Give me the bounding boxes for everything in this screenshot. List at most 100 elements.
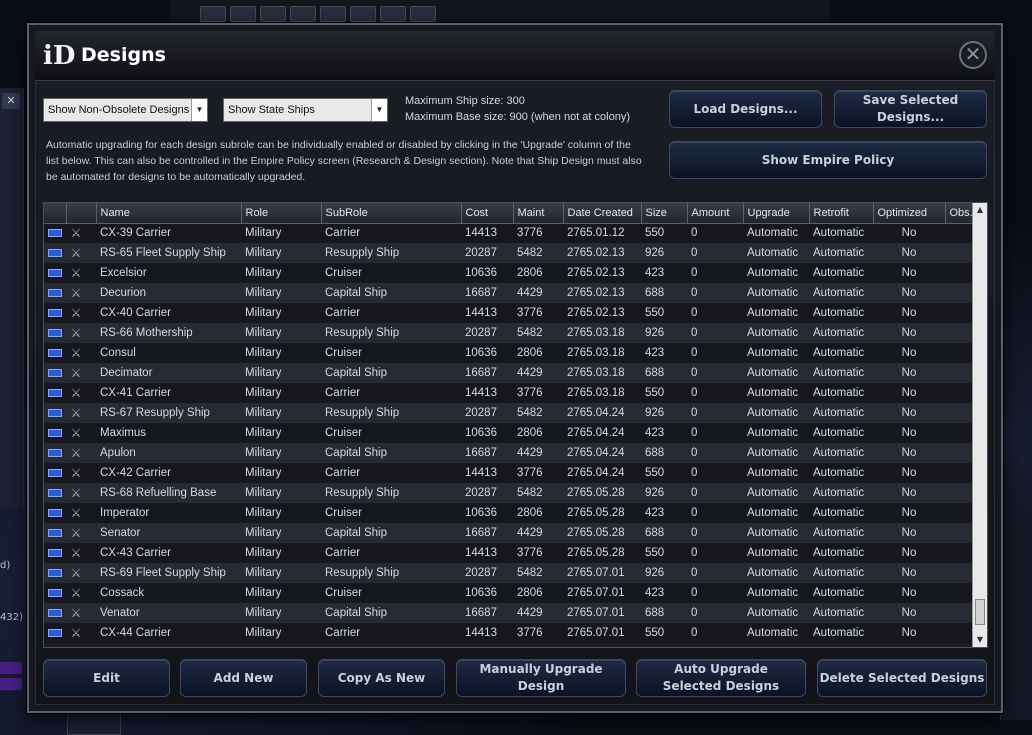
copy-as-new-button[interactable]: Copy As New <box>318 659 445 697</box>
column-header[interactable]: Amount <box>687 203 744 224</box>
upgrade-cell[interactable]: Automatic <box>743 563 809 583</box>
scroll-down-icon[interactable]: ▼ <box>973 633 987 647</box>
upgrade-cell[interactable]: Automatic <box>743 383 809 403</box>
show-empire-policy-button[interactable]: Show Empire Policy <box>669 141 987 179</box>
column-header[interactable]: Cost <box>461 203 514 224</box>
toolbar-icon[interactable] <box>410 6 436 22</box>
table-row[interactable]: ⚔ Decimator Military Capital Ship 16687 4429 2… <box>44 363 972 383</box>
table-row[interactable]: ⚔ Consul Military Cruiser 10636 2806 2765.03.1… <box>44 343 972 363</box>
ship-icon: ⚔ <box>70 506 82 520</box>
table-row[interactable]: ⚔ Venator Military Capital Ship 16687 4429 276… <box>44 603 972 623</box>
upgrade-cell[interactable]: Automatic <box>743 283 809 303</box>
column-header[interactable]: Size <box>641 203 688 224</box>
scroll-up-icon[interactable]: ▲ <box>973 203 987 217</box>
upgrade-cell[interactable]: Automatic <box>743 483 809 503</box>
column-header[interactable] <box>44 203 67 224</box>
upgrade-cell[interactable]: Automatic <box>743 303 809 323</box>
table-row[interactable]: ⚔ Senator Military Capital Ship 16687 4429 276… <box>44 523 972 543</box>
auto-upgrade-selected-designs-button[interactable]: Auto Upgrade Selected Designs <box>636 659 806 697</box>
toolbar-icon[interactable] <box>200 6 226 22</box>
table-scrollbar[interactable]: ▲ ▼ <box>972 203 987 647</box>
upgrade-cell[interactable]: Automatic <box>743 263 809 283</box>
table-row[interactable]: ⚔ RS-66 Mothership Military Resupply Ship 20… <box>44 323 972 343</box>
column-header[interactable] <box>66 203 97 224</box>
upgrade-cell[interactable]: Automatic <box>743 423 809 443</box>
column-header[interactable]: Name <box>96 203 242 224</box>
manually-upgrade-design-button[interactable]: Manually Upgrade Design <box>456 659 626 697</box>
upgrade-cell[interactable]: Automatic <box>743 443 809 463</box>
upgrade-cell[interactable]: Automatic <box>743 323 809 343</box>
toolbar-icon[interactable] <box>290 6 316 22</box>
table-row[interactable]: ⚔ Apulon Military Capital Ship 16687 4429 2765… <box>44 443 972 463</box>
load-designs-button[interactable]: Load Designs... <box>669 90 822 128</box>
role-cell: Military <box>241 523 321 543</box>
upgrade-cell[interactable]: Automatic <box>743 463 809 483</box>
upgrade-cell[interactable]: Automatic <box>743 623 809 643</box>
size-cell: 423 <box>641 583 687 603</box>
table-row[interactable]: ⚔ CX-44 Carrier Military Carrier 14413 3776 27… <box>44 623 972 643</box>
upgrade-cell[interactable]: Automatic <box>743 243 809 263</box>
empire-flag-icon <box>48 348 62 357</box>
column-header[interactable]: Obs... <box>945 203 973 224</box>
table-row[interactable]: ⚔ CX-42 Carrier Military Carrier 14413 3776 27… <box>44 463 972 483</box>
role-cell: Military <box>241 343 321 363</box>
table-row[interactable]: ⚔ Cossack Military Cruiser 10636 2806 2765.07.… <box>44 583 972 603</box>
chevron-down-icon[interactable]: ▼ <box>191 99 207 121</box>
upgrade-cell[interactable]: Automatic <box>743 503 809 523</box>
upgrade-cell[interactable]: Automatic <box>743 583 809 603</box>
table-row[interactable]: ⚔ RS-69 Fleet Supply Ship Military Resupply… <box>44 563 972 583</box>
cost-cell: 16687 <box>461 603 513 623</box>
toolbar-icon[interactable] <box>260 6 286 22</box>
column-header[interactable]: Upgrade <box>743 203 810 224</box>
obsolete-filter-dropdown[interactable]: Show Non-Obsolete Designs ▼ <box>43 98 208 122</box>
design-name-cell: RS-69 Fleet Supply Ship <box>96 563 241 583</box>
obsolete-cell <box>945 563 972 583</box>
table-row[interactable]: ⚔ CX-40 Carrier Military Carrier 14413 3776 27… <box>44 303 972 323</box>
table-row[interactable]: ⚔ RS-68 Refuelling Base Military Resupply S… <box>44 483 972 503</box>
ship-image-cell: ⚔ <box>66 623 96 643</box>
table-row[interactable]: ⚔ CX-43 Carrier Military Carrier 14413 3776 27… <box>44 543 972 563</box>
design-name-cell: Venator <box>96 603 241 623</box>
upgrade-cell[interactable]: Automatic <box>743 603 809 623</box>
toolbar-icon[interactable] <box>350 6 376 22</box>
scroll-thumb[interactable] <box>975 599 985 625</box>
table-row[interactable]: ⚔ RS-65 Fleet Supply Ship Military Resupply… <box>44 243 972 263</box>
upgrade-cell[interactable]: Automatic <box>743 403 809 423</box>
column-header[interactable]: Optimized <box>873 203 946 224</box>
upgrade-cell[interactable]: Automatic <box>743 363 809 383</box>
retrofit-cell: Automatic <box>809 243 873 263</box>
column-header[interactable]: Maint <box>513 203 564 224</box>
table-row[interactable]: ⚔ Excelsior Military Cruiser 10636 2806 2765.0… <box>44 263 972 283</box>
toolbar-icon[interactable] <box>380 6 406 22</box>
role-cell: Military <box>241 603 321 623</box>
table-row[interactable]: ⚔ Maximus Military Cruiser 10636 2806 2765.04.… <box>44 423 972 443</box>
upgrade-cell[interactable]: Automatic <box>743 523 809 543</box>
delete-selected-designs-button[interactable]: Delete Selected Designs <box>817 659 987 697</box>
column-header[interactable]: SubRole <box>321 203 462 224</box>
add-new-button[interactable]: Add New <box>180 659 307 697</box>
column-header[interactable]: Role <box>241 203 322 224</box>
column-header[interactable]: Date Created <box>563 203 642 224</box>
upgrade-cell[interactable]: Automatic <box>743 343 809 363</box>
chevron-down-icon[interactable]: ▼ <box>371 99 387 121</box>
table-row[interactable]: ⚔ CX-39 Carrier Military Carrier 14413 3776 27… <box>44 223 972 243</box>
toolbar-icon[interactable] <box>230 6 256 22</box>
size-cell: 423 <box>641 343 687 363</box>
table-row[interactable]: ⚔ RS-67 Resupply Ship Military Resupply Shi… <box>44 403 972 423</box>
bottom-fleet-button[interactable] <box>67 712 121 735</box>
empire-flag-icon <box>48 468 62 477</box>
ship-filter-dropdown[interactable]: Show State Ships ▼ <box>223 98 388 122</box>
edit-button[interactable]: Edit <box>43 659 170 697</box>
cost-cell: 20287 <box>461 243 513 263</box>
save-selected-designs-button[interactable]: Save Selected Designs... <box>834 90 987 128</box>
upgrade-cell[interactable]: Automatic <box>743 223 809 243</box>
upgrade-cell[interactable]: Automatic <box>743 543 809 563</box>
retrofit-cell: Automatic <box>809 383 873 403</box>
close-icon[interactable]: ✕ <box>959 41 987 69</box>
table-row[interactable]: ⚔ Imperator Military Cruiser 10636 2806 2765.0… <box>44 503 972 523</box>
left-panel-close-icon[interactable]: ✕ <box>2 93 20 109</box>
table-row[interactable]: ⚔ Decurion Military Capital Ship 16687 4429 27… <box>44 283 972 303</box>
table-row[interactable]: ⚔ CX-41 Carrier Military Carrier 14413 3776 27… <box>44 383 972 403</box>
toolbar-icon[interactable] <box>320 6 346 22</box>
column-header[interactable]: Retrofit <box>809 203 874 224</box>
